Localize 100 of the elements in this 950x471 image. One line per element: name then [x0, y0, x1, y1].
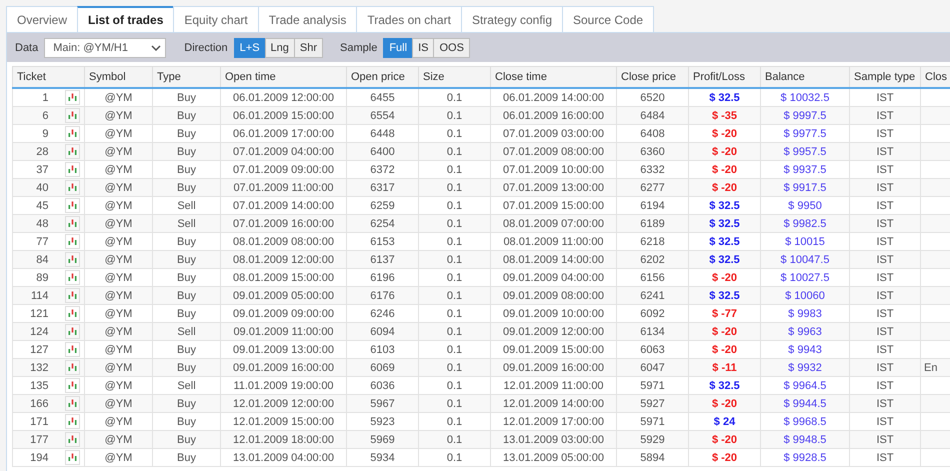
candlestick-chart-icon[interactable]: [64, 270, 80, 285]
table-cell: 6094: [346, 322, 418, 340]
table-cell: IST: [850, 286, 920, 304]
table-cell: 07.01.2009 04:00:00: [220, 142, 346, 160]
table-cell: $ -35: [688, 106, 760, 124]
candlestick-chart-icon[interactable]: [64, 162, 80, 177]
table-cell: 114: [12, 286, 60, 304]
candlestick-chart-icon[interactable]: [64, 180, 80, 195]
tab[interactable]: List of trades: [77, 6, 174, 32]
table-cell: $ -20: [688, 430, 760, 448]
table-cell: $ -20: [688, 178, 760, 196]
table-cell: 5934: [346, 448, 418, 466]
table-cell: 40: [12, 178, 60, 196]
table-cell: 0.1: [418, 286, 490, 304]
table-cell: 0.1: [418, 106, 490, 124]
candlestick-chart-icon[interactable]: [64, 216, 80, 231]
table-cell: 6189: [616, 214, 688, 232]
table-cell: 0.1: [418, 430, 490, 448]
candlestick-chart-icon[interactable]: [64, 414, 80, 429]
table-cell: 6137: [346, 250, 418, 268]
chevron-down-icon: [151, 44, 162, 50]
table-cell: Sell: [152, 214, 220, 232]
table-cell: 06.01.2009 15:00:00: [220, 106, 346, 124]
candlestick-chart-icon[interactable]: [64, 378, 80, 393]
table-cell: $ -20: [688, 142, 760, 160]
table-cell: IST: [850, 106, 920, 124]
table-cell: 132: [12, 358, 60, 376]
sample-option[interactable]: OOS: [433, 38, 470, 58]
column-header[interactable]: Close time: [490, 66, 616, 88]
tab[interactable]: Trade analysis: [258, 6, 358, 32]
table-cell: 12.01.2009 18:00:00: [220, 430, 346, 448]
table-cell: 12.01.2009 12:00:00: [220, 394, 346, 412]
column-header[interactable]: Clos: [920, 66, 950, 88]
column-header[interactable]: Sample type: [850, 66, 920, 88]
table-cell: IST: [850, 250, 920, 268]
table-cell: 07.01.2009 11:00:00: [220, 178, 346, 196]
tab[interactable]: Source Code: [562, 6, 654, 32]
tab[interactable]: Trades on chart: [356, 6, 462, 32]
tab[interactable]: Equity chart: [173, 6, 259, 32]
table-cell: 09.01.2009 11:00:00: [220, 322, 346, 340]
candlestick-chart-icon[interactable]: [64, 306, 80, 321]
table-cell: IST: [850, 142, 920, 160]
sample-option[interactable]: Full: [383, 38, 414, 58]
column-header[interactable]: Close price: [616, 66, 688, 88]
direction-option[interactable]: Shr: [294, 38, 324, 58]
candlestick-chart-icon[interactable]: [64, 234, 80, 249]
table-cell: Buy: [152, 142, 220, 160]
table-cell: $ 9917.5: [760, 178, 850, 196]
column-header[interactable]: Ticket: [12, 66, 84, 88]
table-cell: 6202: [616, 250, 688, 268]
data-dropdown[interactable]: Main: @YM/H1: [44, 38, 166, 58]
candlestick-chart-icon[interactable]: [64, 252, 80, 267]
table-cell: Buy: [152, 394, 220, 412]
table-cell: $ 32.5: [688, 286, 760, 304]
candlestick-chart-icon[interactable]: [64, 450, 80, 465]
table-cell: $ 32.5: [688, 250, 760, 268]
column-header[interactable]: Size: [418, 66, 490, 88]
table-cell: Buy: [152, 286, 220, 304]
table-cell: 09.01.2009 05:00:00: [220, 286, 346, 304]
table-cell: $ 9997.5: [760, 106, 850, 124]
table-cell: Buy: [152, 250, 220, 268]
table-cell: $ 9982.5: [760, 214, 850, 232]
candlestick-chart-icon[interactable]: [64, 90, 80, 105]
column-header[interactable]: Symbol: [84, 66, 152, 88]
direction-option[interactable]: L+S: [234, 38, 266, 58]
tab[interactable]: Strategy config: [460, 6, 563, 32]
candlestick-chart-icon[interactable]: [64, 126, 80, 141]
table-cell: 0.1: [418, 448, 490, 466]
candlestick-chart-icon[interactable]: [64, 198, 80, 213]
column-header[interactable]: Profit/Loss: [688, 66, 760, 88]
column-header[interactable]: Open price: [346, 66, 418, 88]
table-cell: 124: [12, 322, 60, 340]
table-cell: 6254: [346, 214, 418, 232]
sample-option[interactable]: IS: [412, 38, 434, 58]
candlestick-chart-icon[interactable]: [64, 288, 80, 303]
candlestick-chart-icon[interactable]: [64, 360, 80, 375]
column-header[interactable]: Open time: [220, 66, 346, 88]
candlestick-chart-icon[interactable]: [64, 396, 80, 411]
table-cell: $ 9957.5: [760, 142, 850, 160]
table-cell: @YM: [84, 250, 152, 268]
candlestick-chart-icon[interactable]: [64, 108, 80, 123]
candlestick-chart-icon[interactable]: [64, 342, 80, 357]
table-cell: @YM: [84, 142, 152, 160]
table-cell: 0.1: [418, 322, 490, 340]
table-cell: $ 9932: [760, 358, 850, 376]
table-cell: @YM: [84, 214, 152, 232]
candlestick-chart-icon[interactable]: [64, 324, 80, 339]
tab[interactable]: Overview: [6, 6, 78, 32]
column-header[interactable]: Balance: [760, 66, 850, 88]
candlestick-chart-icon[interactable]: [64, 432, 80, 447]
table-cell: Buy: [152, 178, 220, 196]
table-cell: 06.01.2009 16:00:00: [490, 106, 616, 124]
candlestick-chart-icon[interactable]: [64, 144, 80, 159]
column-header[interactable]: Type: [152, 66, 220, 88]
table-cell: 09.01.2009 16:00:00: [220, 358, 346, 376]
table-cell: $ 32.5: [688, 214, 760, 232]
direction-option[interactable]: Lng: [264, 38, 295, 58]
table-cell: 6241: [616, 286, 688, 304]
table-cell: 0.1: [418, 358, 490, 376]
table-cell: 5894: [616, 448, 688, 466]
